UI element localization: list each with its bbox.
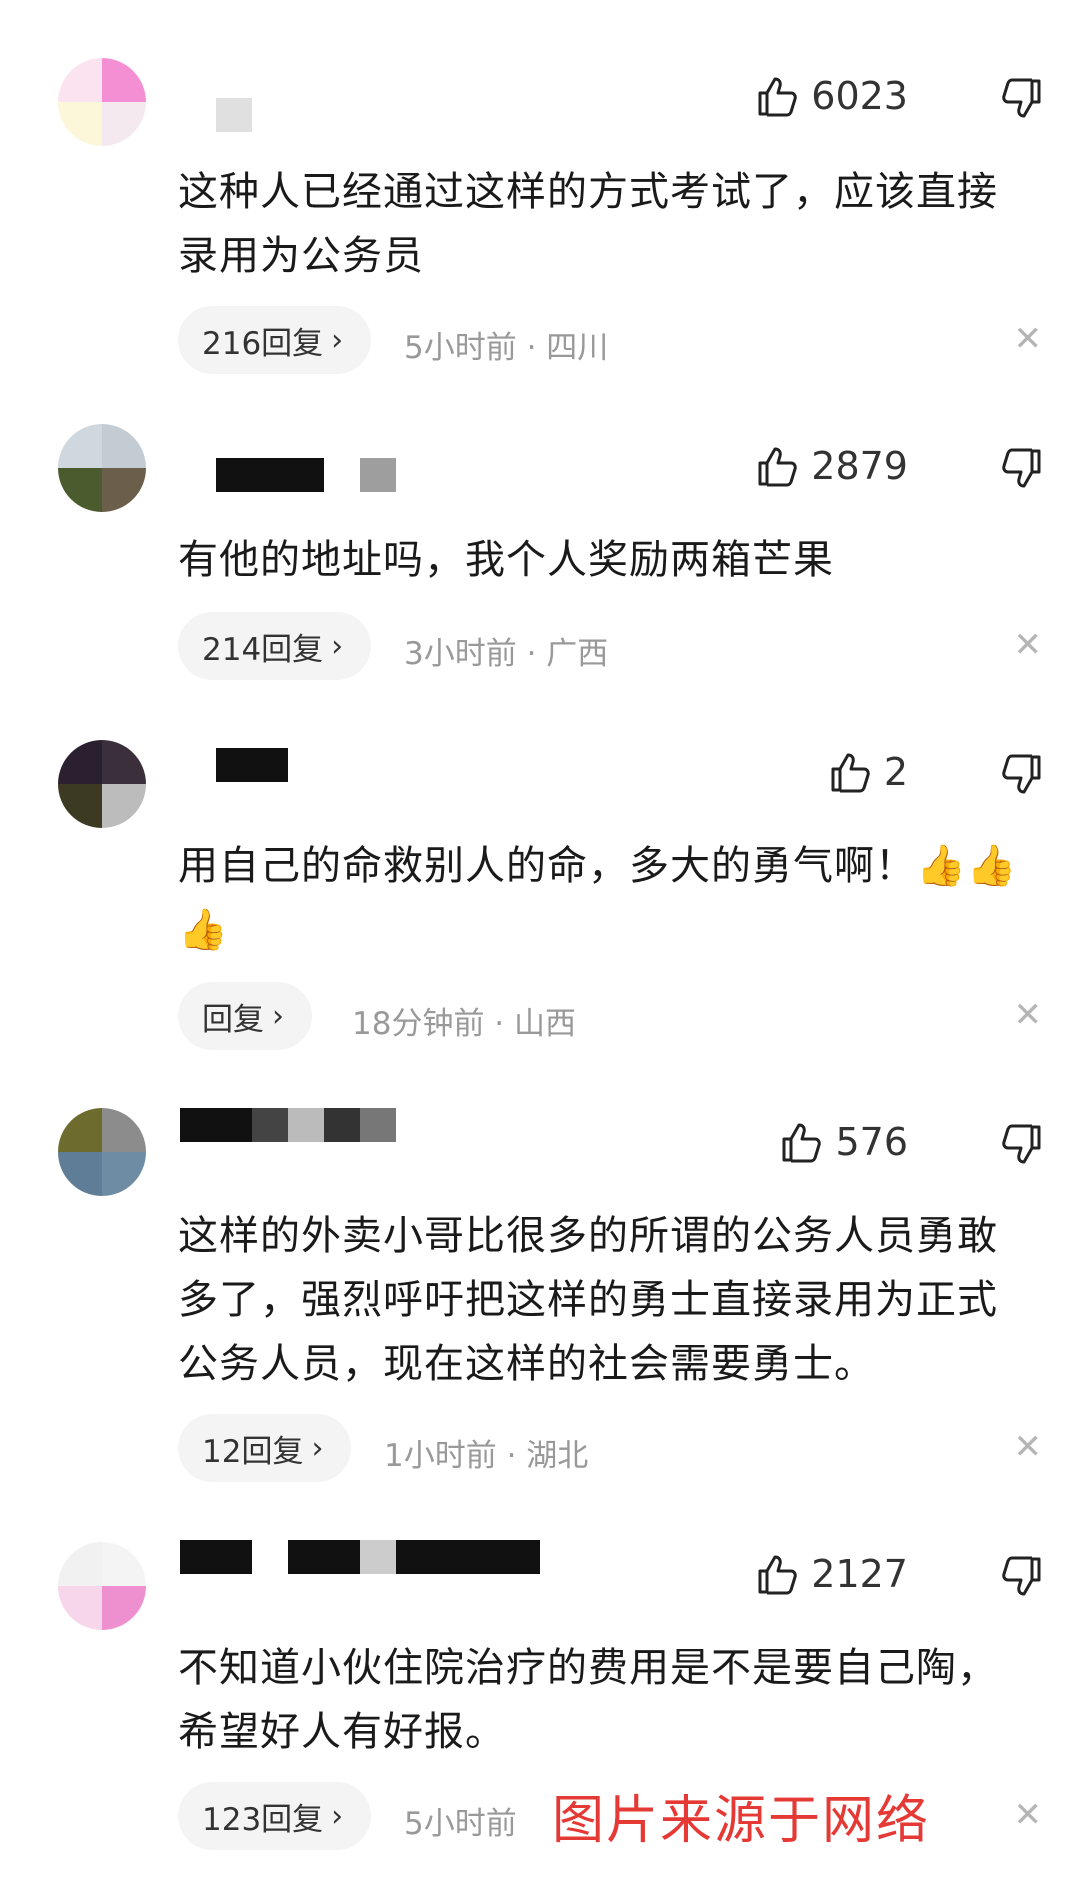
reply-button[interactable]: 回复 › (178, 982, 312, 1050)
dislike-button[interactable] (1002, 448, 1042, 490)
thumbs-down-icon (1002, 78, 1041, 118)
username-redacted[interactable] (216, 98, 252, 132)
like-button[interactable]: 2127 (757, 1552, 908, 1596)
thumbs-up-icon (758, 447, 798, 487)
chevron-right-icon: › (272, 998, 284, 1034)
reply-button[interactable]: 123回复 › (178, 1782, 372, 1850)
reply-button[interactable]: 216回复 › (178, 306, 372, 374)
reply-count: 123回复 (202, 1801, 324, 1838)
comment-text: 用自己的命救别人的命，多大的勇气啊！👍👍👍 (178, 843, 1018, 953)
chevron-right-icon: › (331, 322, 344, 358)
dislike-button[interactable] (1002, 1124, 1042, 1166)
username-redacted[interactable] (216, 458, 324, 492)
username-redacted[interactable] (216, 748, 288, 782)
thumbs-down-icon (1002, 754, 1041, 794)
dislike-button[interactable] (1002, 1556, 1042, 1598)
image-source-watermark: 图片来源于网络 (552, 1791, 931, 1851)
comment-meta: 5小时前 · 四川 (404, 330, 609, 366)
username-redacted[interactable] (360, 1540, 396, 1574)
avatar[interactable] (58, 1542, 146, 1630)
thumbs-down-icon (1002, 1124, 1041, 1164)
close-icon[interactable]: ✕ (1014, 628, 1043, 662)
chevron-right-icon: › (331, 628, 344, 664)
avatar[interactable] (58, 424, 146, 512)
like-count: 576 (835, 1120, 908, 1164)
comment-text: 这样的外卖小哥比很多的所谓的公务人员勇敢多了，强烈呼吁把这样的勇士直接录用为正式… (178, 1213, 998, 1387)
dislike-button[interactable] (1002, 754, 1042, 796)
reply-button[interactable]: 12回复 › (178, 1414, 352, 1482)
thumbs-up-icon (758, 77, 798, 117)
username-redacted[interactable] (180, 1108, 252, 1142)
thumbs-up-icon (782, 1123, 822, 1163)
like-button[interactable]: 6023 (757, 74, 908, 118)
like-count: 2 (883, 750, 908, 794)
like-count: 2127 (811, 1552, 908, 1596)
comment-meta: 18分钟前 · 山西 (352, 1006, 577, 1042)
chevron-right-icon: › (331, 1798, 344, 1834)
avatar[interactable] (58, 58, 146, 146)
username-redacted[interactable] (180, 1540, 252, 1574)
reply-count: 214回复 (202, 631, 324, 668)
comment-meta: 5小时前 (404, 1806, 517, 1842)
username-redacted[interactable] (288, 1540, 360, 1574)
dislike-button[interactable] (1002, 78, 1042, 120)
reply-count: 回复 (202, 1001, 264, 1038)
close-icon[interactable]: ✕ (1014, 1798, 1043, 1832)
avatar[interactable] (58, 740, 146, 828)
username-redacted[interactable] (396, 1540, 540, 1574)
close-icon[interactable]: ✕ (1014, 322, 1043, 356)
comment-text: 有他的地址吗，我个人奖励两箱芒果 (178, 537, 834, 583)
reply-count: 216回复 (202, 325, 324, 362)
thumbs-down-icon (1002, 448, 1041, 488)
thumbs-up-icon (831, 753, 870, 793)
comment-meta: 3小时前 · 广西 (404, 636, 609, 672)
like-button[interactable]: 576 (781, 1120, 908, 1164)
like-button[interactable]: 2879 (757, 444, 908, 488)
like-count: 6023 (811, 74, 908, 118)
username-redacted[interactable] (324, 1108, 360, 1142)
close-icon[interactable]: ✕ (1014, 1430, 1043, 1464)
username-redacted[interactable] (252, 1108, 288, 1142)
username-redacted[interactable] (360, 1108, 396, 1142)
username-redacted[interactable] (288, 1108, 324, 1142)
reply-button[interactable]: 214回复 › (178, 612, 372, 680)
thumbs-up-icon (758, 1555, 798, 1595)
reply-count: 12回复 (202, 1433, 304, 1470)
comment-text: 不知道小伙住院治疗的费用是不是要自己陶，希望好人有好报。 (178, 1645, 998, 1755)
close-icon[interactable]: ✕ (1014, 998, 1043, 1032)
avatar[interactable] (58, 1108, 146, 1196)
comment-text: 这种人已经通过这样的方式考试了，应该直接录用为公务员 (178, 169, 998, 279)
chevron-right-icon: › (311, 1430, 324, 1466)
like-button[interactable]: 2 (830, 750, 908, 794)
comment-meta: 1小时前 · 湖北 (384, 1438, 589, 1474)
thumbs-down-icon (1002, 1556, 1041, 1596)
username-redacted[interactable] (360, 458, 396, 492)
like-count: 2879 (811, 444, 908, 488)
